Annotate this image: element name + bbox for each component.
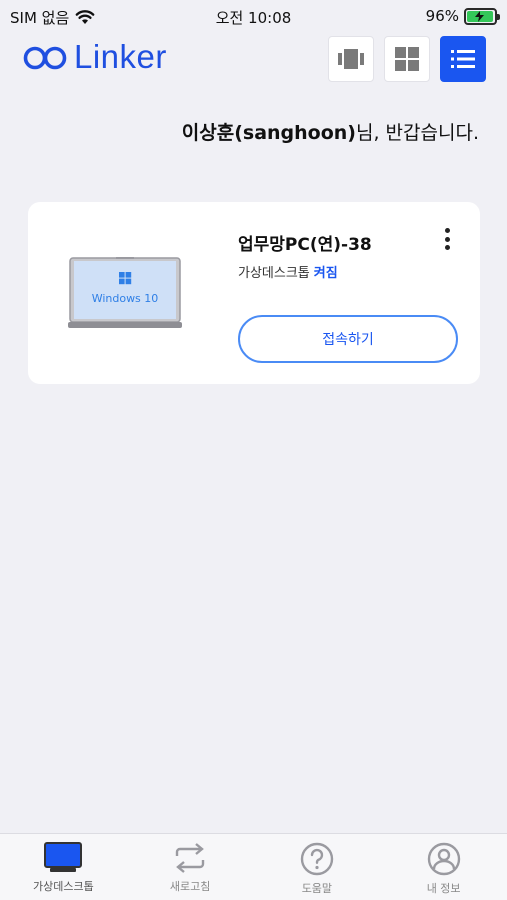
grid-view-icon xyxy=(395,47,419,71)
power-state-badge: 켜짐 xyxy=(313,266,338,281)
tab-refresh[interactable]: 새로고침 xyxy=(127,834,254,900)
desktop-status: 가상데스크톱 켜짐 xyxy=(238,262,338,281)
carousel-view-button[interactable] xyxy=(328,36,374,82)
more-options-icon[interactable] xyxy=(442,228,452,250)
windows-laptop-icon: Windows 10 xyxy=(68,257,182,328)
battery-icon xyxy=(464,7,500,25)
desktop-card[interactable]: Windows 10 업무망PC(연)-38 가상데스크톱 켜짐 접속하기 xyxy=(28,202,480,384)
desktop-type: 가상데스크톱 xyxy=(238,266,310,281)
carousel-view-icon xyxy=(338,49,364,69)
welcome-message: 이상훈(sanghoon)님, 반갑습니다. xyxy=(182,118,479,145)
bottom-tab-bar: 가상데스크톱 새로고침 도움말 내 정보 xyxy=(0,833,507,900)
tab-label: 새로고침 xyxy=(169,880,211,893)
tab-label: 가상데스크톱 xyxy=(33,880,94,893)
user-icon xyxy=(427,842,460,876)
tab-label: 내 정보 xyxy=(426,882,461,895)
monitor-icon xyxy=(44,842,83,872)
help-icon xyxy=(300,842,334,876)
view-mode-switcher xyxy=(328,36,486,82)
app-header: Linker xyxy=(0,34,507,84)
status-bar: SIM 없음 오전 10:08 96% xyxy=(0,0,507,34)
grid-view-button[interactable] xyxy=(384,36,430,82)
tab-help[interactable]: 도움말 xyxy=(254,834,381,900)
os-label: Windows 10 xyxy=(92,292,159,305)
tab-my-info[interactable]: 내 정보 xyxy=(380,834,507,900)
refresh-icon xyxy=(175,843,205,873)
user-name: 이상훈(sanghoon) xyxy=(181,122,356,144)
list-view-icon xyxy=(451,50,475,68)
app-logo: Linker xyxy=(22,38,167,76)
charging-bolt-icon xyxy=(475,10,485,22)
infinity-logo-icon xyxy=(23,46,67,70)
logo-text: Linker xyxy=(74,38,167,75)
list-view-button[interactable] xyxy=(440,36,486,82)
connect-button[interactable]: 접속하기 xyxy=(238,315,458,363)
tab-label: 도움말 xyxy=(301,882,333,895)
tab-virtual-desktop[interactable]: 가상데스크톱 xyxy=(0,834,127,900)
desktop-name: 업무망PC(연)-38 xyxy=(238,235,372,255)
status-bar-right: 96% xyxy=(425,7,500,25)
battery-fill xyxy=(467,10,493,22)
greeting-suffix: 님, 반갑습니다. xyxy=(356,122,479,144)
battery-percent: 96% xyxy=(425,7,459,25)
